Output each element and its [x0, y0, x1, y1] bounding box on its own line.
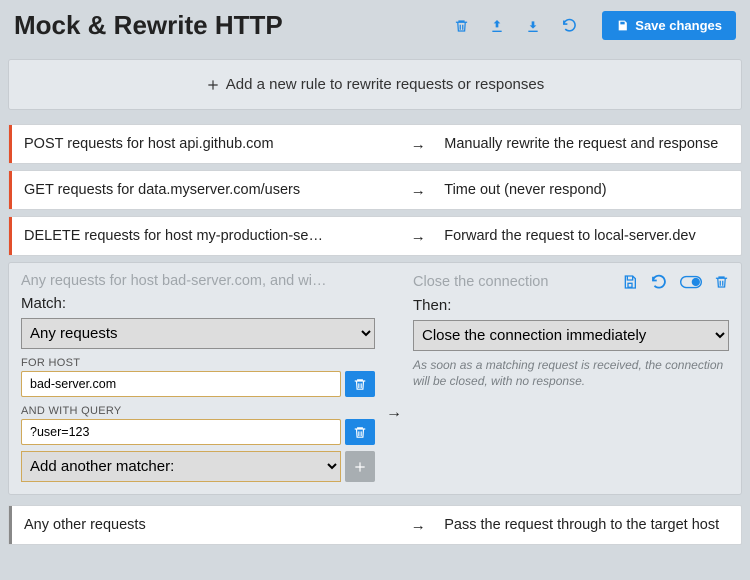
- editor-summary-left: Any requests for host bad-server.com, an…: [21, 273, 375, 289]
- plus-icon: [206, 78, 220, 92]
- arrow-icon: →: [404, 506, 432, 544]
- delete-host-button[interactable]: [345, 371, 375, 397]
- delete-all-icon[interactable]: [452, 17, 470, 35]
- editor-summary-right: Close the connection: [413, 274, 622, 290]
- query-input[interactable]: [21, 419, 341, 445]
- save-button-label: Save changes: [635, 18, 722, 33]
- rule-action: Forward the request to local-server.dev: [432, 217, 741, 255]
- add-rule-button[interactable]: Add a new rule to rewrite requests or re…: [8, 59, 742, 110]
- save-rule-icon[interactable]: [622, 274, 638, 290]
- with-query-label: AND WITH QUERY: [21, 405, 375, 417]
- rule-match: DELETE requests for host my-production-s…: [9, 217, 404, 255]
- rule-match: GET requests for data.myserver.com/users: [9, 171, 404, 209]
- import-icon[interactable]: [524, 17, 542, 35]
- undo-icon[interactable]: [560, 17, 578, 35]
- then-hint: As soon as a matching request is receive…: [413, 357, 729, 389]
- rule-row[interactable]: DELETE requests for host my-production-s…: [8, 216, 742, 256]
- rule-row[interactable]: POST requests for host api.github.com → …: [8, 124, 742, 164]
- arrow-icon: →: [383, 343, 405, 482]
- rule-editor: Any requests for host bad-server.com, an…: [8, 262, 742, 495]
- rule-row[interactable]: GET requests for data.myserver.com/users…: [8, 170, 742, 210]
- page-title: Mock & Rewrite HTTP: [14, 10, 452, 41]
- arrow-icon: →: [404, 171, 432, 209]
- export-icon[interactable]: [488, 17, 506, 35]
- add-matcher-select[interactable]: Add another matcher:: [21, 451, 341, 482]
- save-button[interactable]: Save changes: [602, 11, 736, 40]
- delete-rule-icon[interactable]: [714, 274, 729, 290]
- rule-action: Pass the request through to the target h…: [432, 506, 741, 544]
- add-matcher-button[interactable]: [345, 451, 375, 482]
- rule-match: Any other requests: [9, 506, 404, 544]
- match-label: Match:: [21, 295, 375, 312]
- revert-rule-icon[interactable]: [650, 273, 668, 291]
- rule-match: POST requests for host api.github.com: [9, 125, 404, 163]
- for-host-label: FOR HOST: [21, 357, 375, 369]
- then-action-select[interactable]: Close the connection immediately: [413, 320, 729, 351]
- rule-action: Manually rewrite the request and respons…: [432, 125, 741, 163]
- arrow-icon: →: [404, 125, 432, 163]
- match-type-select[interactable]: Any requests: [21, 318, 375, 349]
- arrow-icon: →: [404, 217, 432, 255]
- rule-action: Time out (never respond): [432, 171, 741, 209]
- default-rule-row[interactable]: Any other requests → Pass the request th…: [8, 505, 742, 545]
- toggle-rule-icon[interactable]: [680, 275, 702, 289]
- then-label: Then:: [413, 297, 729, 314]
- delete-query-button[interactable]: [345, 419, 375, 445]
- add-rule-label: Add a new rule to rewrite requests or re…: [226, 76, 545, 93]
- host-input[interactable]: [21, 371, 341, 397]
